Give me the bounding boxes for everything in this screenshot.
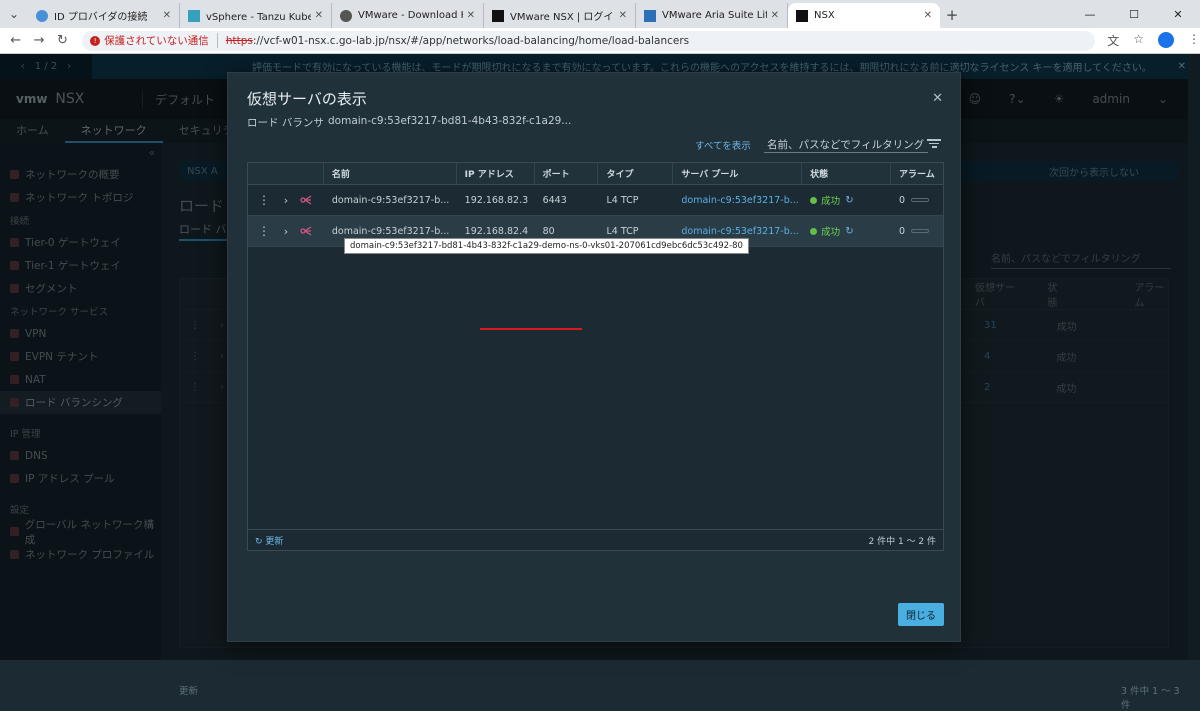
browser-tab[interactable]: VMware NSX | ログイン ✕ (484, 3, 636, 28)
status-badge: 成功 (821, 196, 841, 207)
warning-icon: ! (90, 35, 101, 46)
background-refresh[interactable]: 更新 (179, 683, 198, 697)
alarm-count: 0 (899, 225, 906, 237)
column-header-name[interactable]: 名前 (324, 163, 457, 184)
refresh-label: 更新 (265, 537, 284, 547)
tab-favicon (796, 9, 808, 22)
url-scheme: https (225, 34, 253, 47)
highlight-underline (480, 328, 582, 330)
browser-toolbar: ← → ↻ ! 保護されていない通信 https://vcf-w01-nsx.c.… (0, 28, 1200, 54)
column-header-ip[interactable]: IP アドレス (457, 163, 535, 184)
filter-icon[interactable] (927, 137, 941, 149)
alarm-indicator (911, 229, 930, 233)
profile-avatar[interactable] (1158, 32, 1175, 48)
row-actions-icon[interactable]: ⋮ (254, 224, 274, 238)
browser-tab[interactable]: ID プロバイダの接続 ✕ (28, 3, 180, 28)
background-count: 3 件中 1 ～ 3 件 (1121, 686, 1180, 711)
tab-search-icon[interactable]: ⌄ (0, 0, 28, 28)
browser-tab-strip: ⌄ ID プロバイダの接続 ✕ vSphere - Tanzu Kubernete… (0, 0, 1200, 28)
success-dot-icon (810, 227, 818, 235)
alarm-indicator (911, 198, 930, 202)
tab-close-icon[interactable]: ✕ (467, 10, 475, 21)
tab-title: ID プロバイダの接続 (54, 12, 148, 23)
tab-close-icon[interactable]: ✕ (315, 10, 323, 21)
vs-ip: 192.168.82.3 (464, 194, 529, 206)
minimize-icon[interactable]: — (1068, 0, 1112, 28)
forward-icon[interactable]: → (27, 33, 50, 48)
tab-close-icon[interactable]: ✕ (619, 10, 627, 21)
success-dot-icon (810, 196, 818, 204)
tab-title: VMware Aria Suite Lifecycle (662, 10, 767, 21)
close-button[interactable]: 閉じる (898, 603, 944, 626)
expand-icon[interactable]: › (274, 194, 298, 207)
status-badge: 成功 (821, 227, 841, 238)
load-balancer-label: ロード バランサ (247, 117, 324, 129)
column-header-alarms[interactable]: アラーム (891, 163, 943, 184)
refresh-icon: ↻ (255, 537, 266, 547)
new-tab-button[interactable]: + (940, 3, 964, 28)
browser-tab[interactable]: VMware Aria Suite Lifecycle ✕ (636, 3, 788, 28)
grid-header: 名前 IP アドレス ポート タイプ サーバ プール 状態 アラーム (248, 163, 943, 185)
back-icon[interactable]: ← (4, 33, 27, 48)
tab-close-icon[interactable]: ✕ (924, 10, 932, 21)
tab-title: VMware NSX | ログイン (510, 12, 615, 23)
translate-icon[interactable]: 文 (1107, 32, 1119, 49)
row-count: 2 件中 1 ～ 2 件 (868, 537, 936, 547)
modal-title: 仮想サーバの表示 (247, 90, 367, 108)
tab-title: NSX (814, 10, 835, 21)
expand-icon[interactable]: › (274, 225, 298, 238)
security-label: 保護されていない通信 (104, 35, 209, 47)
tab-favicon (644, 9, 656, 22)
server-pool-link[interactable]: domain-c9:53ef3217-b... (673, 185, 802, 215)
refresh-status-icon[interactable]: ↻ (845, 195, 853, 206)
load-balancer-value: domain-c9:53ef3217-bd81-4b43-832f-c1a29.… (328, 115, 572, 127)
browser-tab-active[interactable]: NSX ✕ (788, 3, 940, 28)
tab-favicon (340, 9, 352, 22)
vs-name[interactable]: domain-c9:53ef3217-b... (324, 185, 457, 215)
virtual-servers-modal: 仮想サーバの表示 ✕ ロード バランサ domain-c9:53ef3217-b… (227, 72, 961, 642)
vs-port: 6443 (542, 194, 567, 206)
tab-close-icon[interactable]: ✕ (771, 10, 779, 21)
column-header-pool[interactable]: サーバ プール (673, 163, 803, 184)
reload-icon[interactable]: ↻ (51, 33, 74, 48)
close-window-icon[interactable]: ✕ (1156, 0, 1200, 28)
url-text: ://vcf-w01-nsx.c.go-lab.jp/nsx/#/app/net… (252, 34, 690, 47)
tab-title: VMware - Download Kubernete (358, 10, 463, 21)
virtual-server-grid: 名前 IP アドレス ポート タイプ サーバ プール 状態 アラーム ⋮ › do… (247, 162, 944, 551)
browser-tab[interactable]: vSphere - Tanzu Kubernetes ク ✕ (180, 3, 332, 28)
header-spacer (248, 163, 324, 184)
column-header-port[interactable]: ポート (535, 163, 599, 184)
tab-favicon (36, 9, 48, 22)
bookmark-star-icon[interactable]: ☆ (1133, 32, 1144, 49)
close-icon[interactable]: ✕ (932, 91, 943, 106)
name-tooltip: domain-c9:53ef3217-bd81-4b43-832f-c1a29-… (344, 238, 749, 254)
row-actions-icon[interactable]: ⋮ (254, 193, 274, 207)
alarm-count: 0 (899, 194, 906, 206)
maximize-icon[interactable]: ☐ (1112, 0, 1156, 28)
page-scrollbar[interactable] (1188, 54, 1200, 660)
tab-favicon (188, 9, 200, 22)
virtual-server-icon (300, 195, 312, 205)
filter-input[interactable]: 名前、パスなどでフィルタリング (764, 137, 928, 153)
refresh-button[interactable]: ↻ 更新 (255, 534, 283, 547)
browser-tab[interactable]: VMware - Download Kubernete ✕ (332, 3, 484, 28)
tab-title: vSphere - Tanzu Kubernetes ク (206, 12, 311, 23)
column-header-type[interactable]: タイプ (598, 163, 674, 184)
tab-favicon (492, 9, 504, 22)
vs-type: L4 TCP (606, 194, 639, 206)
address-bar[interactable]: ! 保護されていない通信 https://vcf-w01-nsx.c.go-lab… (82, 30, 1096, 51)
tab-close-icon[interactable]: ✕ (163, 10, 171, 21)
refresh-status-icon[interactable]: ↻ (845, 226, 853, 237)
show-all-link[interactable]: すべてを表示 (695, 138, 751, 152)
table-row[interactable]: ⋮ › domain-c9:53ef3217-b... 192.168.82.3 … (248, 185, 943, 216)
grid-footer: ↻ 更新 2 件中 1 ～ 2 件 (247, 529, 944, 551)
column-header-status[interactable]: 状態 (802, 163, 892, 184)
security-indicator[interactable]: ! 保護されていない通信 (90, 33, 218, 48)
browser-menu-icon[interactable]: ⋮ (1188, 32, 1200, 49)
virtual-server-icon (300, 226, 312, 236)
window-controls: — ☐ ✕ (1068, 0, 1200, 28)
